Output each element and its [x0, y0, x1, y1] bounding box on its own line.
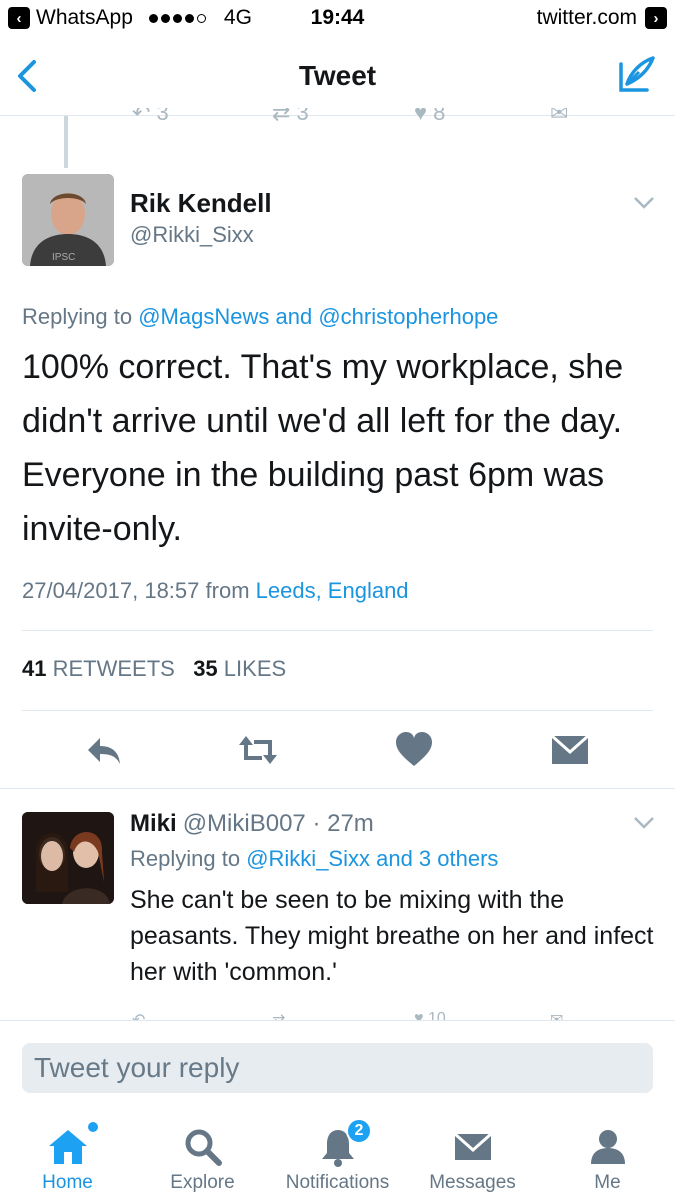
reply-separator: ·: [312, 810, 321, 837]
reply-replying-to-line: Replying to @Rikki_Sixx and 3 others: [130, 846, 498, 872]
reply-age: 27m: [327, 810, 374, 837]
tab-home[interactable]: Home: [0, 1122, 135, 1200]
reply-icon[interactable]: ↶: [132, 1010, 145, 1020]
envelope-icon: [454, 1132, 492, 1160]
author-name[interactable]: Rik Kendell: [130, 188, 272, 219]
tab-messages[interactable]: Messages: [405, 1122, 540, 1200]
parent-reply-button[interactable]: ↶ 3: [132, 108, 169, 126]
reply-author-avatar[interactable]: [22, 812, 114, 904]
url-label[interactable]: twitter.com: [537, 6, 637, 30]
heart-icon: ♥: [414, 108, 428, 125]
tab-label: Explore: [170, 1172, 235, 1193]
divider: [22, 630, 653, 631]
likes-label: LIKES: [223, 656, 287, 681]
retweet-icon[interactable]: [236, 728, 280, 772]
retweet-icon: ⇄: [272, 108, 291, 125]
notification-badge: 2: [346, 1118, 372, 1144]
compose-tweet-icon[interactable]: [615, 54, 657, 96]
author-handle[interactable]: @Rikki_Sixx: [130, 222, 254, 248]
reply-icon[interactable]: [82, 728, 126, 772]
reply-text: She can't be seen to be mixing with the …: [130, 886, 654, 986]
home-icon: [49, 1130, 87, 1164]
likes-stat[interactable]: 35 LIKES: [193, 656, 286, 681]
tab-label: Notifications: [285, 1172, 390, 1193]
reply-author-name[interactable]: Miki: [130, 810, 177, 837]
divider: [0, 788, 675, 789]
parent-retweet-button[interactable]: ⇄ 3: [272, 108, 309, 126]
reply-input[interactable]: [22, 1043, 653, 1093]
mention-link-rikki-sixx[interactable]: @Rikki_Sixx and 3 others: [246, 846, 498, 871]
chevron-down-icon[interactable]: [633, 816, 655, 830]
envelope-icon: ✉: [550, 108, 569, 125]
heart-icon[interactable]: [392, 728, 436, 772]
parent-reply-count: 3: [156, 108, 169, 125]
envelope-icon[interactable]: [548, 728, 592, 772]
heart-icon: ♥: [414, 1010, 424, 1020]
tab-label: Messages: [429, 1172, 516, 1193]
parent-retweet-count: 3: [296, 108, 309, 125]
retweets-label: RETWEETS: [52, 656, 175, 681]
retweet-icon[interactable]: ⇄: [272, 1010, 285, 1020]
replying-to-line: Replying to @MagsNews and @christopherho…: [22, 304, 498, 330]
person-icon: [591, 1130, 625, 1164]
thread-connector-line: [64, 116, 68, 168]
tweet-timestamp: 27/04/2017, 18:57: [22, 578, 200, 603]
reply-icon: ↶: [132, 108, 151, 125]
search-icon: [185, 1129, 222, 1166]
tab-explore[interactable]: Explore: [135, 1122, 270, 1200]
reply-like-button[interactable]: ♥ 10: [414, 1010, 446, 1020]
replying-and: and: [275, 304, 313, 329]
author-avatar[interactable]: IPSC: [22, 174, 114, 266]
reply-tweet-actions: ↶ ⇄ ♥ 10 ✉: [0, 1006, 675, 1020]
tweet-actions: [0, 728, 675, 772]
page-title: Tweet: [298, 60, 377, 91]
divider: [22, 710, 653, 711]
status-bar: ‹ WhatsApp 4G 19:44 twitter.com ›: [0, 0, 675, 38]
tab-label: Home: [42, 1172, 93, 1193]
tweet-meta: 27/04/2017, 18:57 from Leeds, England: [22, 578, 409, 604]
status-right: twitter.com ›: [537, 6, 667, 30]
tab-notifications[interactable]: 2 Notifications: [270, 1118, 405, 1200]
reply-composer-bar: [0, 1020, 675, 1112]
like-count: 35: [193, 656, 218, 681]
navigation-bar: Tweet: [0, 38, 675, 116]
parent-like-count: 8: [433, 108, 446, 125]
svg-text:IPSC: IPSC: [52, 252, 75, 263]
parent-dm-button[interactable]: ✉: [550, 108, 568, 126]
unread-dot: [88, 1122, 98, 1132]
tab-bar: Home Explore 2 Notifications Messages Me: [0, 1112, 675, 1200]
tweet-stats: 41 RETWEETS 35 LIKES: [22, 656, 286, 682]
reply-like-count: 10: [427, 1010, 446, 1020]
chevron-down-icon[interactable]: [633, 196, 655, 210]
mention-link-magsnews[interactable]: @MagsNews: [138, 304, 269, 329]
from-label: from: [205, 578, 250, 603]
tweet-text: 100% correct. That's my workplace, she d…: [22, 348, 624, 548]
replying-prefix: Replying to: [22, 304, 133, 329]
retweets-stat[interactable]: 41 RETWEETS: [22, 656, 175, 681]
parent-like-button[interactable]: ♥ 8: [414, 108, 445, 126]
reply-header: Miki @MikiB007 · 27m: [130, 810, 374, 838]
tab-me[interactable]: Me: [540, 1122, 675, 1200]
reply-author-handle[interactable]: @MikiB007: [183, 810, 306, 837]
location-link[interactable]: Leeds, England: [256, 578, 409, 603]
tab-label: Me: [594, 1172, 621, 1193]
replying-prefix: Replying to: [130, 846, 241, 871]
parent-tweet-actions: ↶ 3 ⇄ 3 ♥ 8 ✉: [0, 108, 675, 130]
forward-icon[interactable]: ›: [645, 7, 667, 29]
envelope-icon[interactable]: ✉: [550, 1010, 563, 1020]
mention-link-christopherhope[interactable]: @christopherhope: [318, 304, 498, 329]
retweet-count: 41: [22, 656, 47, 681]
